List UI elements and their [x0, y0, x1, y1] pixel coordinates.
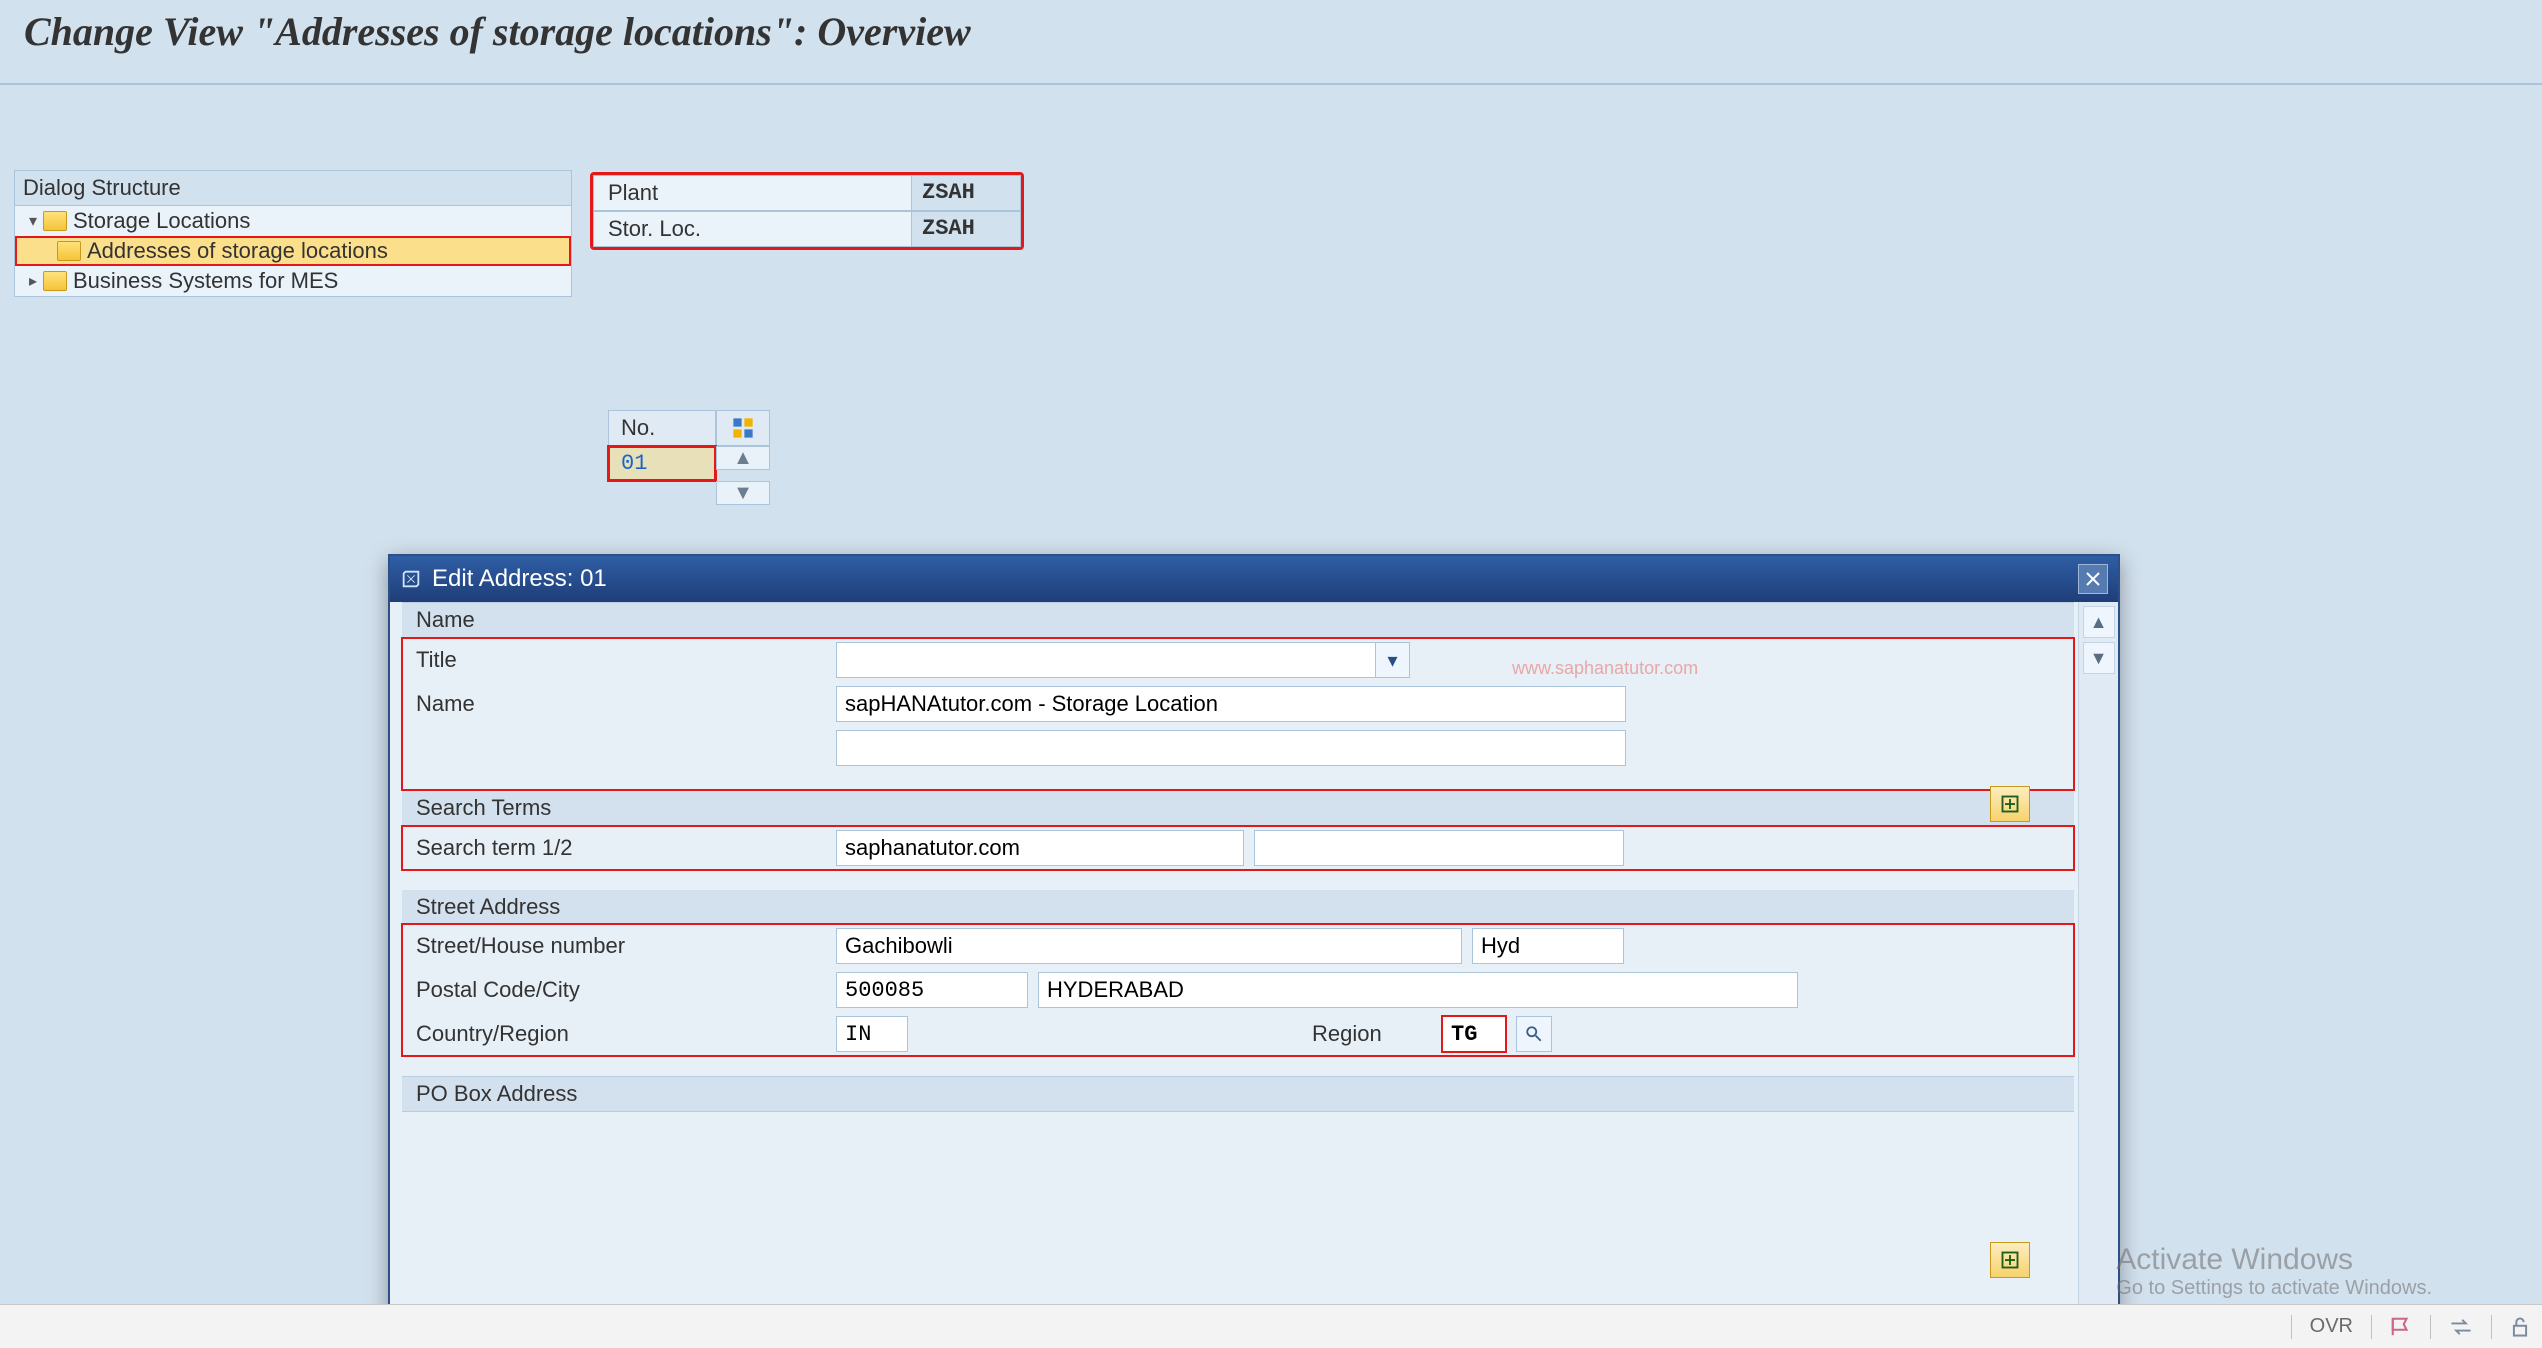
scroll-up-button[interactable]: ▲ — [716, 446, 770, 470]
tree-node-storage-locations[interactable]: ▾ Storage Locations — [15, 206, 571, 236]
caret-collapsed-icon[interactable]: ▸ — [23, 271, 43, 291]
dialog-title: Edit Address: 01 — [432, 565, 607, 593]
folder-icon — [43, 271, 67, 291]
tree-node-label: Business Systems for MES — [73, 268, 338, 294]
search-term1-input[interactable] — [836, 830, 1244, 866]
name-label: Name — [416, 691, 826, 717]
scroll-down-button[interactable]: ▼ — [716, 481, 770, 505]
tree-node-label: Addresses of storage locations — [87, 238, 388, 264]
plant-sloc-block: Plant ZSAH Stor. Loc. ZSAH — [590, 172, 1024, 250]
search-icon — [1525, 1025, 1543, 1043]
no-cell-value[interactable]: 01 — [608, 446, 716, 481]
statusbar-lock-icon[interactable] — [2510, 1316, 2530, 1338]
scroll-down-icon[interactable]: ▼ — [2083, 642, 2115, 674]
section-po-box: PO Box Address — [402, 1076, 2074, 1112]
number-table: No. 01 ▲ ▼ — [608, 410, 770, 505]
plant-label: Plant — [593, 175, 911, 211]
tree-node-label: Storage Locations — [73, 208, 250, 234]
scroll-up-icon[interactable]: ▲ — [2083, 606, 2115, 638]
postal-label: Postal Code/City — [416, 977, 826, 1003]
sloc-label: Stor. Loc. — [593, 211, 911, 247]
section-name: Name — [402, 602, 2074, 638]
country-label: Country/Region — [416, 1021, 826, 1047]
tree-node-business-systems[interactable]: ▸ Business Systems for MES — [15, 266, 571, 296]
region-search-help-button[interactable] — [1516, 1016, 1552, 1052]
expand-name-button[interactable] — [1990, 786, 2030, 822]
section-street-address: Street Address — [402, 890, 2074, 924]
dialog-scrollbar[interactable]: ▲ ▼ — [2078, 602, 2118, 1332]
plant-value: ZSAH — [911, 175, 1021, 211]
page-title: Change View "Addresses of storage locati… — [0, 0, 2542, 85]
caret-expanded-icon[interactable]: ▾ — [23, 211, 43, 231]
country-input[interactable] — [836, 1016, 908, 1052]
dialog-leaf-icon — [400, 568, 422, 590]
city-input[interactable] — [1038, 972, 1798, 1008]
postal-code-input[interactable] — [836, 972, 1028, 1008]
dialog-structure-panel: Dialog Structure ▾ Storage Locations Add… — [14, 170, 572, 297]
tree-node-addresses[interactable]: Addresses of storage locations — [15, 236, 571, 266]
region-label: Region — [1312, 1021, 1432, 1047]
watermark-line2: Go to Settings to activate Windows. — [2116, 1277, 2432, 1300]
name2-input[interactable] — [836, 730, 1626, 766]
name-input[interactable] — [836, 686, 1626, 722]
table-settings-icon[interactable] — [716, 410, 770, 446]
statusbar-mode: OVR — [2310, 1315, 2353, 1338]
folder-open-icon — [57, 241, 81, 261]
sloc-value: ZSAH — [911, 211, 1021, 247]
dialog-structure-header: Dialog Structure — [15, 171, 571, 206]
statusbar: OVR — [0, 1304, 2542, 1348]
windows-activation-watermark: Activate Windows Go to Settings to activ… — [2116, 1243, 2432, 1300]
watermark-line1: Activate Windows — [2116, 1243, 2432, 1277]
title-input[interactable] — [836, 642, 1376, 678]
house-number-input[interactable] — [1472, 928, 1624, 964]
folder-icon — [43, 211, 67, 231]
dialog-titlebar[interactable]: Edit Address: 01 — [390, 556, 2118, 602]
search-term2-input[interactable] — [1254, 830, 1624, 866]
title-dropdown-button[interactable]: ▾ — [1376, 642, 1410, 678]
street-input[interactable] — [836, 928, 1462, 964]
statusbar-flag-icon[interactable] — [2390, 1316, 2412, 1338]
statusbar-transfer-icon[interactable] — [2449, 1316, 2473, 1338]
region-input[interactable] — [1442, 1016, 1506, 1052]
title-label: Title — [416, 647, 826, 673]
expand-street-button[interactable] — [1990, 1242, 2030, 1278]
dialog-close-button[interactable] — [2078, 564, 2108, 594]
no-column-header: No. — [608, 410, 716, 446]
edit-address-dialog: Edit Address: 01 ▲ ▼ Name www.saphanatut… — [388, 554, 2120, 1334]
street-label: Street/House number — [416, 933, 826, 959]
search-term-label: Search term 1/2 — [416, 835, 826, 861]
section-search-terms: Search Terms — [402, 790, 2074, 826]
